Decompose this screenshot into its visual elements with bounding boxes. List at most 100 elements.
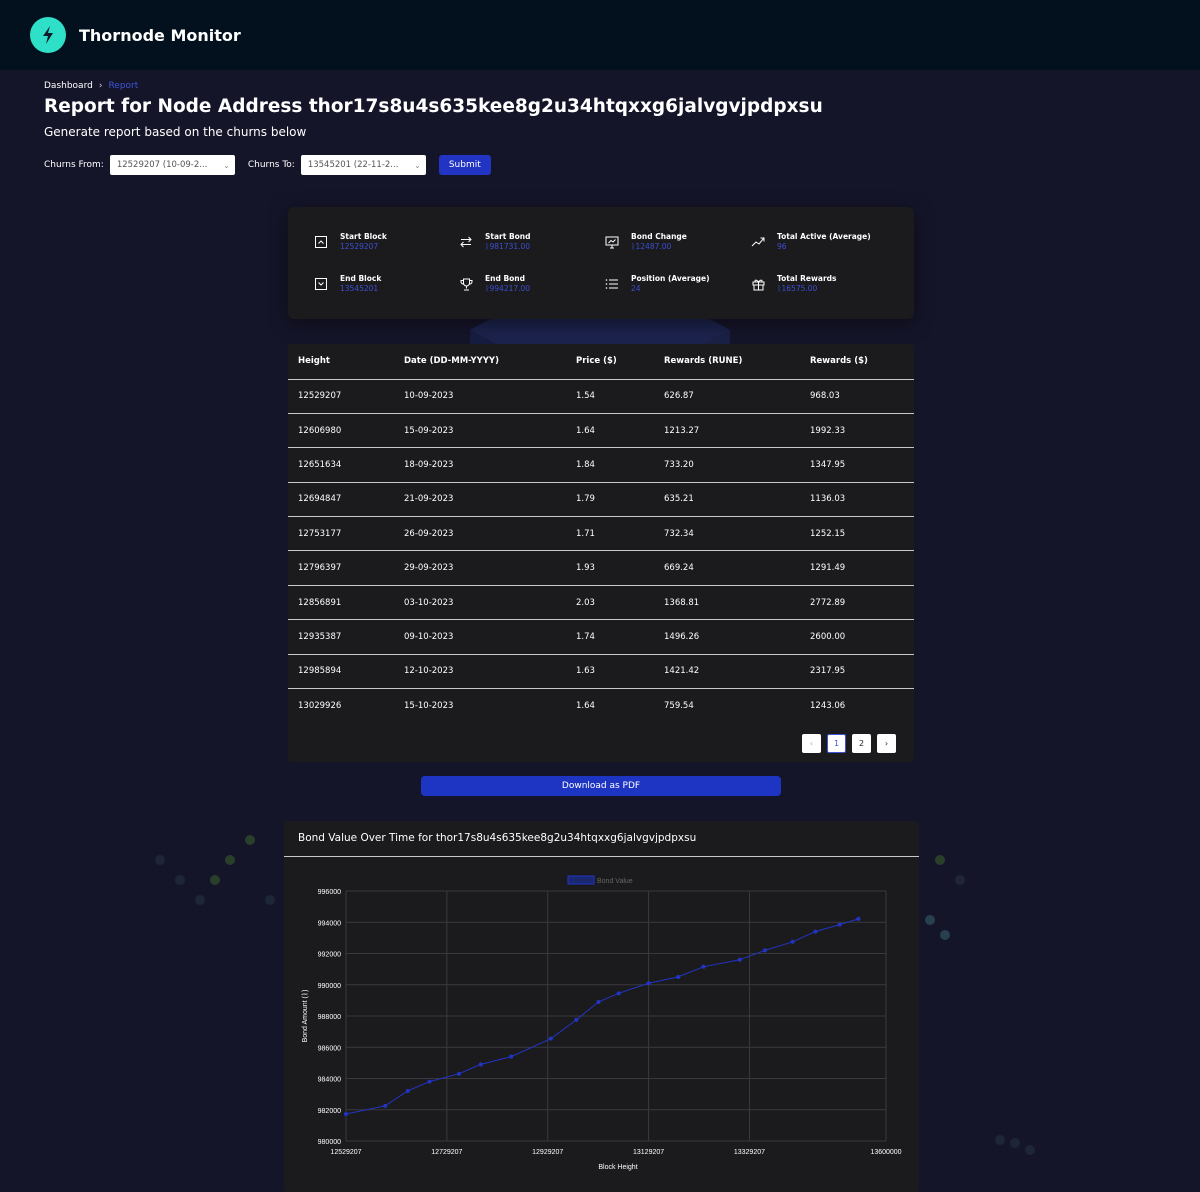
list-icon <box>605 277 619 291</box>
cell-price: 1.64 <box>576 425 595 436</box>
cell-price: 2.03 <box>576 597 595 608</box>
legend-label: Bond Value <box>597 878 633 885</box>
cell-rewards-rune: 1368.81 <box>664 597 700 608</box>
y-tick-label: 996000 <box>318 889 341 896</box>
cell-date: 26-09-2023 <box>404 528 454 539</box>
submit-button[interactable]: Submit <box>438 155 491 175</box>
chart-title: Bond Value Over Time for thor17s8u4s635k… <box>298 832 697 844</box>
download-pdf-button[interactable]: Download as PDF <box>421 776 781 796</box>
table-row: 12796397 29-09-2023 1.93 669.24 1291.49 <box>288 550 914 585</box>
pagination-prev-button[interactable]: ‹ <box>802 734 821 753</box>
stat-value: ᚱ994217.00 <box>485 284 531 293</box>
table-row: 12694847 21-09-2023 1.79 635.21 1136.03 <box>288 482 914 516</box>
chevron-down-icon: ⌄ <box>223 160 230 170</box>
data-point <box>701 964 706 969</box>
data-point <box>548 1036 553 1041</box>
cell-height: 12935387 <box>298 631 342 642</box>
cell-height: 12694847 <box>298 494 342 505</box>
app-logo-icon[interactable] <box>30 17 66 53</box>
data-point <box>837 922 842 927</box>
cell-date: 15-10-2023 <box>404 700 454 711</box>
cell-height: 12856891 <box>298 597 342 608</box>
churns-from-select[interactable]: 12529207 (10-09-2... ⌄ <box>109 155 235 175</box>
cell-date: 18-09-2023 <box>404 459 454 470</box>
cell-rewards-usd: 1252.15 <box>810 528 846 539</box>
cell-rewards-usd: 2600.00 <box>810 631 846 642</box>
table-row: 12651634 18-09-2023 1.84 733.20 1347.95 <box>288 447 914 482</box>
stat-label: Position (Average) <box>631 274 710 283</box>
trending-up-icon <box>751 235 765 249</box>
stat-label: Start Bond <box>485 232 531 241</box>
stat-start-block: Start Block 12529207 <box>314 232 387 252</box>
data-point <box>676 974 681 979</box>
cell-rewards-rune: 759.54 <box>664 700 694 711</box>
stat-position: Position (Average) 24 <box>605 274 710 294</box>
churn-table-card: Height Date (DD-MM-YYYY) Price ($) Rewar… <box>288 344 914 762</box>
stat-value: ᚱ16575.00 <box>777 284 818 293</box>
stat-total-rewards: Total Rewards ᚱ16575.00 <box>751 274 836 294</box>
stat-value: 24 <box>631 284 641 293</box>
header-rewards-rune[interactable]: Rewards (RUNE) <box>654 344 800 379</box>
x-tick-label: 12729207 <box>431 1149 462 1156</box>
breadcrumb-dashboard[interactable]: Dashboard <box>44 81 93 91</box>
cell-rewards-rune: 1213.27 <box>664 425 700 436</box>
stat-end-block: End Block 13545201 <box>314 274 381 294</box>
header-price[interactable]: Price ($) <box>566 344 654 379</box>
x-axis-label: Block Height <box>598 1164 637 1171</box>
stat-label: Bond Change <box>631 232 687 241</box>
churn-table: Height Date (DD-MM-YYYY) Price ($) Rewar… <box>288 344 914 723</box>
cell-height: 13029926 <box>298 700 342 711</box>
y-tick-label: 980000 <box>318 1139 341 1146</box>
bond-chart-card: Bond Value Over Time for thor17s8u4s635k… <box>284 821 919 1192</box>
chevron-right-icon: › <box>98 81 103 91</box>
data-point <box>646 981 651 986</box>
stat-value: 96 <box>777 242 787 251</box>
data-point <box>856 916 861 921</box>
table-row: 12856891 03-10-2023 2.03 1368.81 2772.89 <box>288 585 914 619</box>
cell-date: 10-09-2023 <box>404 391 454 402</box>
data-point <box>574 1017 579 1022</box>
cell-rewards-usd: 1992.33 <box>810 425 846 436</box>
x-tick-label: 13129207 <box>633 1149 664 1156</box>
stat-label: Total Active (Average) <box>777 232 871 241</box>
churns-from-label: Churns From: <box>44 160 104 170</box>
header-rewards-usd[interactable]: Rewards ($) <box>800 344 914 379</box>
cell-rewards-usd: 1291.49 <box>810 563 846 574</box>
table-row: 12753177 26-09-2023 1.71 732.34 1252.15 <box>288 516 914 551</box>
header-date[interactable]: Date (DD-MM-YYYY) <box>394 344 566 379</box>
table-row: 12529207 10-09-2023 1.54 626.87 968.03 <box>288 379 914 413</box>
y-tick-label: 988000 <box>318 1014 341 1021</box>
stat-start-bond: Start Bond ᚱ981731.00 <box>459 232 531 252</box>
stat-end-bond: End Bond ᚱ994217.00 <box>459 274 530 294</box>
header-height[interactable]: Height <box>288 344 394 379</box>
data-point <box>596 999 601 1004</box>
chevron-down-icon: ⌄ <box>414 160 421 170</box>
stat-value: ᚱ981731.00 <box>485 242 531 251</box>
y-axis-label: Bond Amount (ᚱ) <box>301 990 309 1043</box>
stat-bond-change: Bond Change ᚱ12487.00 <box>605 232 687 252</box>
page-subtitle: Generate report based on the churns belo… <box>44 125 307 139</box>
cell-height: 12753177 <box>298 528 342 539</box>
cell-rewards-usd: 968.03 <box>810 391 840 402</box>
cell-rewards-usd: 2772.89 <box>810 597 846 608</box>
stat-label: End Block <box>340 274 382 283</box>
pagination-page-2[interactable]: 2 <box>852 734 871 753</box>
cell-date: 21-09-2023 <box>404 494 454 505</box>
page-title: Report for Node Address thor17s8u4s635ke… <box>44 96 823 117</box>
cell-rewards-rune: 732.34 <box>664 528 694 539</box>
top-navbar: Thornode Monitor <box>0 0 1200 70</box>
cell-rewards-usd: 1243.06 <box>810 700 846 711</box>
pagination-next-button[interactable]: › <box>877 734 896 753</box>
y-tick-label: 986000 <box>318 1045 341 1052</box>
cell-date: 09-10-2023 <box>404 631 454 642</box>
churn-filters: Churns From: 12529207 (10-09-2... ⌄ Chur… <box>44 155 491 175</box>
pagination-page-1[interactable]: 1 <box>827 734 846 753</box>
app-title[interactable]: Thornode Monitor <box>79 26 241 45</box>
data-point <box>509 1054 514 1059</box>
x-tick-label: 13329207 <box>734 1149 765 1156</box>
cell-rewards-rune: 626.87 <box>664 391 694 402</box>
y-tick-label: 982000 <box>318 1108 341 1115</box>
cell-date: 12-10-2023 <box>404 666 454 677</box>
churns-to-select[interactable]: 13545201 (22-11-2... ⌄ <box>300 155 426 175</box>
cell-price: 1.54 <box>576 391 595 402</box>
